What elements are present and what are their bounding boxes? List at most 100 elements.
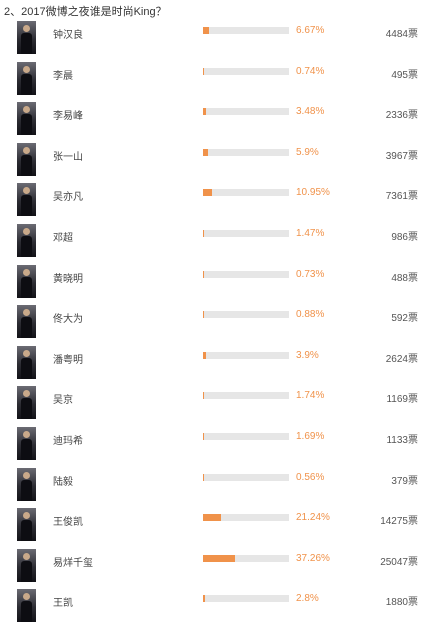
candidate-photo (17, 589, 36, 623)
candidate-photo (17, 21, 36, 54)
vote-bar-fill (203, 351, 207, 359)
vote-bar-track (203, 311, 289, 319)
candidate-name: 迪玛希 (53, 435, 83, 447)
vote-count: 488票 (391, 272, 418, 284)
vote-bar-fill (203, 270, 204, 278)
poll-option-row[interactable]: 潘粤明 3.9% 2624票 (0, 345, 426, 386)
vote-percent: 2.8% (296, 593, 319, 605)
vote-bar-track (203, 270, 289, 278)
candidate-photo (17, 467, 36, 501)
vote-percent: 5.9% (296, 146, 319, 158)
candidate-name: 佟大为 (53, 314, 83, 326)
vote-bar-track (203, 189, 289, 197)
poll-option-row[interactable]: 张一山 5.9% 3967票 (0, 142, 426, 183)
vote-count: 495票 (391, 69, 418, 81)
vote-percent: 1.69% (296, 430, 325, 442)
vote-percent: 0.73% (296, 268, 325, 280)
candidate-photo (17, 183, 36, 217)
poll-option-row[interactable]: 陆毅 0.56% 379票 (0, 467, 426, 508)
vote-bar-fill (203, 311, 204, 319)
candidate-name: 王凯 (53, 598, 73, 610)
vote-bar-fill (203, 108, 206, 116)
vote-bar-track (203, 67, 289, 75)
vote-count: 4484票 (385, 29, 418, 40)
vote-count: 7361票 (385, 191, 418, 203)
poll-option-row[interactable]: 吴亦凡 10.95% 7361票 (0, 182, 426, 223)
vote-bar-fill (203, 514, 222, 522)
candidate-name: 吴亦凡 (53, 192, 83, 204)
poll-option-row[interactable]: 易烊千玺 37.26% 25047票 (0, 548, 426, 589)
poll-option-row[interactable]: 佟大为 0.88% 592票 (0, 304, 426, 345)
vote-count: 14275票 (380, 516, 418, 528)
vote-bar-fill (203, 473, 204, 481)
poll-option-row[interactable]: 吴京 1.74% 1169票 (0, 385, 426, 426)
poll-option-row[interactable]: 迪玛希 1.69% 1133票 (0, 426, 426, 467)
candidate-photo (17, 548, 36, 582)
vote-bar-fill (203, 554, 236, 562)
poll-option-row[interactable]: 李易峰 3.48% 2336票 (0, 101, 426, 142)
candidate-name: 钟汉良 (53, 30, 83, 41)
vote-percent: 3.9% (296, 349, 319, 361)
vote-bar-track (203, 108, 289, 116)
vote-bar-track (203, 514, 289, 522)
vote-percent: 10.95% (296, 187, 330, 199)
poll-option-row[interactable]: 钟汉良 6.67% 4484票 (0, 20, 426, 61)
vote-bar-fill (203, 229, 205, 237)
vote-count: 986票 (391, 231, 418, 243)
vote-percent: 1.74% (296, 390, 325, 402)
vote-count: 1880票 (385, 597, 418, 609)
poll-option-row[interactable]: 邓超 1.47% 986票 (0, 223, 426, 264)
vote-bar-fill (203, 432, 205, 440)
vote-percent: 0.56% (296, 471, 325, 483)
candidate-name: 李晨 (53, 70, 73, 82)
vote-bar-track (203, 392, 289, 400)
vote-bar-fill (203, 27, 209, 34)
vote-percent: 37.26% (296, 552, 330, 564)
candidate-photo (17, 305, 36, 339)
vote-bar-track (203, 473, 289, 481)
vote-bar-fill (203, 189, 213, 197)
candidate-photo (17, 386, 36, 420)
vote-bar-track (203, 229, 289, 237)
vote-count: 1133票 (386, 434, 418, 446)
candidate-name: 潘粤明 (53, 354, 83, 366)
vote-count: 2624票 (385, 353, 418, 365)
poll-option-row[interactable]: 黄晓明 0.73% 488票 (0, 264, 426, 305)
vote-bar-track (203, 27, 289, 34)
candidate-photo (17, 426, 36, 460)
vote-bar-track (203, 432, 289, 440)
candidate-name: 陆毅 (53, 476, 73, 488)
candidate-photo (17, 61, 36, 95)
poll-options-list: 钟汉良 6.67% 4484票 李晨 0.74% 495票 李易峰 3.48% 2336票 张一山… (0, 20, 426, 629)
vote-percent: 3.48% (296, 106, 325, 118)
vote-percent: 21.24% (296, 512, 330, 524)
poll-option-row[interactable]: 王俊凯 21.24% 14275票 (0, 507, 426, 548)
vote-bar-track (203, 351, 289, 359)
vote-bar-track (203, 148, 289, 156)
vote-percent: 1.47% (296, 227, 325, 239)
candidate-photo (17, 345, 36, 379)
poll-option-row[interactable]: 王凯 2.8% 1880票 (0, 588, 426, 629)
candidate-name: 张一山 (53, 151, 83, 163)
vote-bar-track (203, 554, 289, 562)
poll-option-row[interactable]: 李晨 0.74% 495票 (0, 61, 426, 102)
candidate-name: 邓超 (53, 232, 73, 244)
candidate-name: 黄晓明 (53, 273, 83, 285)
vote-percent: 0.88% (296, 309, 325, 321)
vote-count: 25047票 (380, 556, 418, 568)
vote-bar-fill (203, 67, 204, 75)
candidate-photo (17, 223, 36, 257)
vote-count: 3967票 (385, 150, 418, 162)
poll-question: 2、2017微博之夜谁是时尚King？ (4, 6, 167, 18)
candidate-photo (17, 102, 36, 136)
candidate-name: 易烊千玺 (53, 557, 93, 569)
vote-bar-fill (203, 148, 209, 156)
vote-bar-fill (203, 595, 206, 603)
vote-percent: 0.74% (296, 65, 325, 77)
vote-count: 379票 (391, 475, 418, 487)
candidate-name: 王俊凯 (53, 517, 83, 529)
vote-count: 592票 (391, 313, 418, 325)
candidate-photo (17, 142, 36, 176)
candidate-photo (17, 508, 36, 542)
vote-bar-fill (203, 392, 205, 400)
